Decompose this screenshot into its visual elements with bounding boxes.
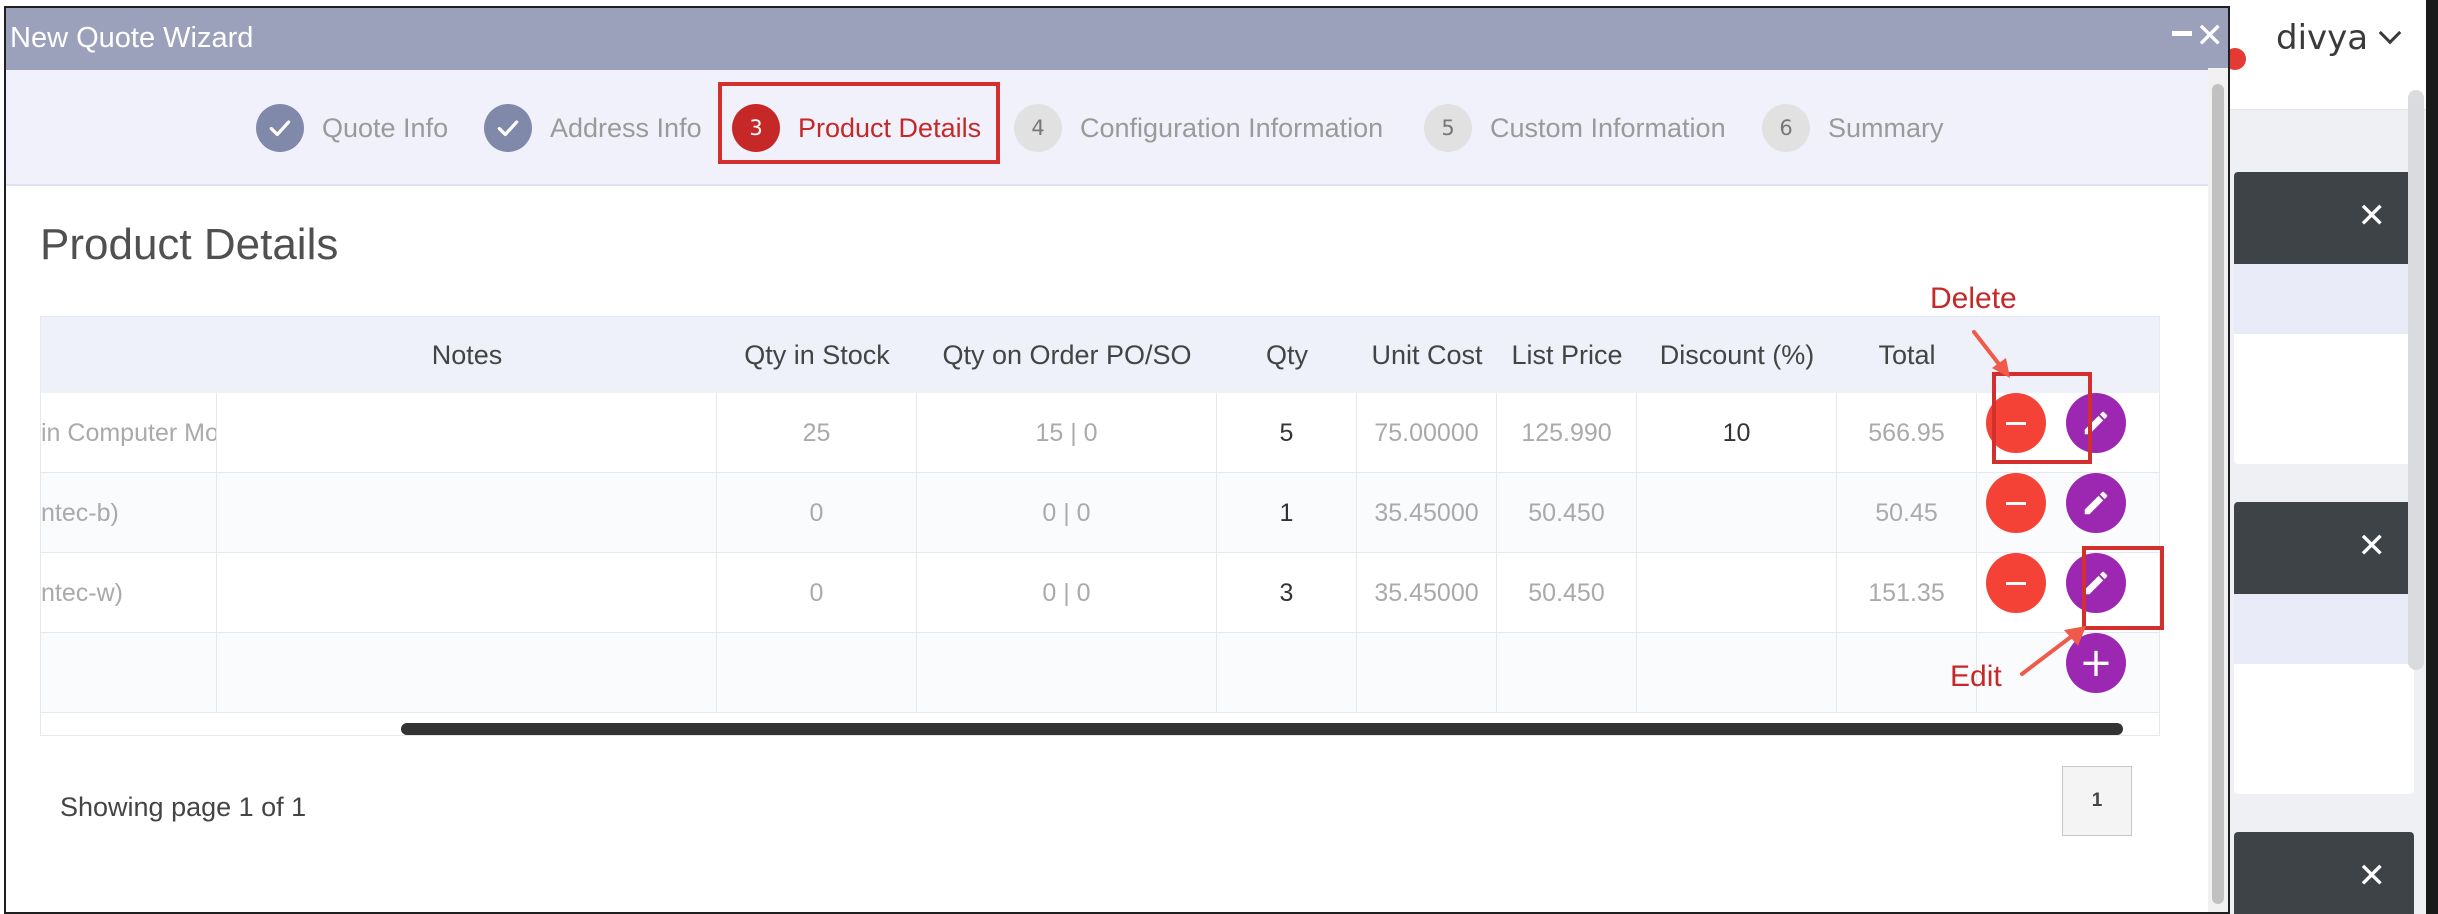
wizard-steps: Quote Info Address Info 3 Product Detail… <box>6 70 2228 186</box>
cell-discount <box>1637 473 1837 553</box>
column-header-notes[interactable]: Notes <box>217 317 717 393</box>
step-quote-info[interactable]: Quote Info <box>256 70 448 186</box>
delete-highlight-box <box>1992 372 2092 464</box>
cell-product: ntec-b) <box>41 473 217 553</box>
cell-qty: 3 <box>1217 553 1357 633</box>
new-quote-wizard-modal: New Quote Wizard ✕ Quote Info Address In… <box>4 6 2230 914</box>
edit-arrow-icon <box>2020 626 2086 676</box>
close-icon[interactable]: ✕ <box>2358 856 2387 896</box>
step-address-info[interactable]: Address Info <box>484 70 702 186</box>
column-header-total[interactable]: Total <box>1837 317 1977 393</box>
cell-discount: 10 <box>1637 393 1837 473</box>
grid-header: Notes Qty in Stock Qty on Order PO/SO Qt… <box>41 317 2159 393</box>
checkmark-icon <box>484 104 532 152</box>
modal-title: New Quote Wizard <box>10 22 254 54</box>
step-label: Address Info <box>550 112 702 143</box>
cell-qty-on-order: 0 | 0 <box>917 473 1217 553</box>
close-icon[interactable]: ✕ <box>2358 196 2387 236</box>
cell-list-price: 50.450 <box>1497 553 1637 633</box>
minus-icon <box>2006 581 2026 585</box>
step-label: Custom Information <box>1490 112 1726 143</box>
delete-arrow-icon <box>1972 330 2010 378</box>
page-button-1[interactable]: 1 <box>2062 766 2132 836</box>
cell-unit-cost: 75.00000 <box>1357 393 1497 473</box>
step-configuration-information[interactable]: 4 Configuration Information <box>1014 70 1383 186</box>
active-step-highlight <box>718 82 1000 164</box>
username: divya <box>2276 18 2369 58</box>
step-label: Configuration Information <box>1080 112 1384 143</box>
cell-product: in Computer Mo <box>41 393 217 473</box>
cell-qty-in-stock: 25 <box>717 393 917 473</box>
cell-notes <box>217 473 717 553</box>
pagination-summary: Showing page 1 of 1 <box>60 792 307 822</box>
table-row-empty <box>41 633 2159 713</box>
horizontal-scrollbar[interactable] <box>401 723 2123 735</box>
step-label: Summary <box>1828 112 1944 143</box>
page-title: Product Details <box>40 220 339 269</box>
column-header-list-price[interactable]: List Price <box>1497 317 1637 393</box>
step-number: 5 <box>1424 104 1472 152</box>
pencil-icon <box>2084 491 2108 515</box>
minus-icon <box>2006 501 2026 505</box>
close-icon[interactable]: ✕ <box>2358 526 2387 566</box>
cell-discount <box>1637 553 1837 633</box>
vertical-scrollbar-thumb[interactable] <box>2212 84 2224 904</box>
background-topbar: divya <box>2200 0 2438 110</box>
background-app: divya ✕ ✕ ✕ <box>2200 0 2438 914</box>
edit-highlight-box <box>2082 546 2164 630</box>
cell-total: 566.95 <box>1837 393 1977 473</box>
table-row[interactable]: ntec-w) 0 0 | 0 3 35.45000 50.450 151.35 <box>41 553 2159 633</box>
delete-row-button[interactable] <box>1986 553 2046 613</box>
cell-notes <box>217 393 717 473</box>
cell-qty-on-order: 15 | 0 <box>917 393 1217 473</box>
cell-qty-in-stock: 0 <box>717 473 917 553</box>
cell-qty-on-order: 0 | 0 <box>917 553 1217 633</box>
column-header-discount[interactable]: Discount (%) <box>1637 317 1837 393</box>
screen-edge <box>2426 0 2438 914</box>
cell-qty-in-stock: 0 <box>717 553 917 633</box>
cell-list-price: 125.990 <box>1497 393 1637 473</box>
delete-annotation: Delete <box>1930 282 2017 315</box>
minimize-icon[interactable] <box>2172 28 2192 36</box>
cell-unit-cost: 35.45000 <box>1357 473 1497 553</box>
step-summary[interactable]: 6 Summary <box>1762 70 1944 186</box>
product-grid: Notes Qty in Stock Qty on Order PO/SO Qt… <box>40 316 2160 736</box>
background-scrollbar[interactable] <box>2408 90 2424 670</box>
cell-product: ntec-w) <box>41 553 217 633</box>
cell-qty: 5 <box>1217 393 1357 473</box>
cell-list-price: 50.450 <box>1497 473 1637 553</box>
column-header-unit-cost[interactable]: Unit Cost <box>1357 317 1497 393</box>
column-header-qty-in-stock[interactable]: Qty in Stock <box>717 317 917 393</box>
column-header-qty[interactable]: Qty <box>1217 317 1357 393</box>
user-menu[interactable]: divya <box>2276 18 2402 58</box>
cell-total: 151.35 <box>1837 553 1977 633</box>
step-label: Quote Info <box>322 112 449 143</box>
background-panel: ✕ <box>2234 502 2414 794</box>
checkmark-icon <box>256 104 304 152</box>
background-panel: ✕ <box>2234 832 2414 914</box>
cell-unit-cost: 35.45000 <box>1357 553 1497 633</box>
modal-titlebar: New Quote Wizard ✕ <box>6 8 2228 70</box>
step-custom-information[interactable]: 5 Custom Information <box>1424 70 1726 186</box>
table-row[interactable]: ntec-b) 0 0 | 0 1 35.45000 50.450 50.45 <box>41 473 2159 553</box>
step-number: 4 <box>1014 104 1062 152</box>
cell-qty: 1 <box>1217 473 1357 553</box>
close-icon[interactable]: ✕ <box>2196 16 2225 56</box>
step-number: 6 <box>1762 104 1810 152</box>
column-header-qty-on-order[interactable]: Qty on Order PO/SO <box>917 317 1217 393</box>
cell-notes <box>217 553 717 633</box>
chevron-down-icon <box>2378 21 2402 45</box>
edit-row-button[interactable] <box>2066 473 2126 533</box>
edit-annotation: Edit <box>1950 660 2002 693</box>
background-panel: ✕ <box>2234 172 2414 464</box>
cell-total: 50.45 <box>1837 473 1977 553</box>
delete-row-button[interactable] <box>1986 473 2046 533</box>
table-row[interactable]: in Computer Mo 25 15 | 0 5 75.00000 125.… <box>41 393 2159 473</box>
